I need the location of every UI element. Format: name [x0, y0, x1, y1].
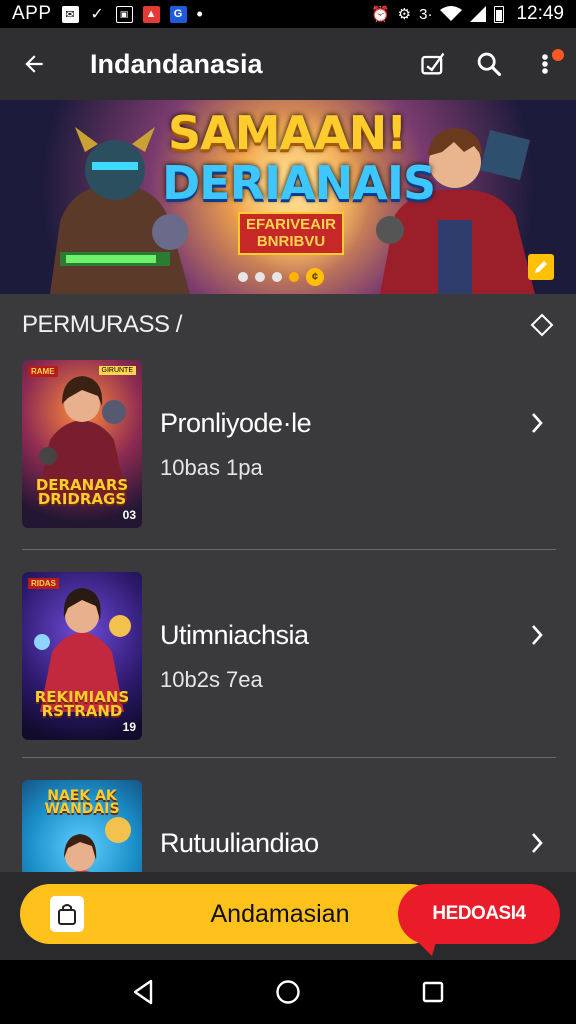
share-button[interactable] — [412, 43, 454, 85]
nav-back-button[interactable] — [119, 968, 167, 1016]
item-subtitle: 10b2s 7ea — [160, 666, 263, 692]
bottom-action-bar: Andamasian HEDOASI4 — [0, 872, 576, 960]
status-time: 12:49 — [516, 3, 564, 24]
arrow-back-icon — [25, 55, 43, 73]
status-extra: 3· — [419, 5, 433, 23]
battery-icon — [494, 5, 505, 23]
section-header: PERMURASS / — [22, 308, 556, 342]
alert-icon: ▲ — [142, 5, 160, 23]
item-art-title: DERANARS DRIDRAGS — [35, 475, 129, 508]
banner-edit-button[interactable] — [528, 254, 554, 280]
item-tag: RIDAS — [28, 578, 59, 589]
item-tag: GIRUNTE — [98, 366, 136, 375]
image-icon: ▣ — [115, 5, 133, 23]
nav-recents-button[interactable] — [409, 968, 457, 1016]
diamond-icon — [530, 313, 554, 337]
more-options-button[interactable] — [524, 43, 566, 85]
share-icon — [421, 52, 445, 75]
status-bar: APP ✉ ✓ ▣ ▲ G • ⏰ ⚙ 3· 12:49 — [0, 0, 576, 28]
item-thumbnail: RAME GIRUNTE DERANARS DRIDRAGS 03 — [22, 360, 142, 528]
item-subtitle: 10bas 1pa — [160, 454, 263, 480]
secondary-cta-button[interactable]: HEDOASI4 — [398, 884, 560, 956]
more-notifications-icon: • — [196, 3, 203, 24]
banner-title-line2: DERIANAIS — [162, 156, 436, 210]
alarm-icon: ⏰ — [370, 6, 390, 23]
item-art-title: REKIMIANS RSTRAND — [34, 687, 130, 720]
list-item[interactable]: RIDAS REKIMIANS RSTRAND 19 Utimniachsia … — [22, 572, 556, 740]
pager-dot[interactable] — [272, 272, 282, 282]
search-button[interactable] — [468, 43, 510, 85]
back-button[interactable] — [0, 28, 68, 100]
app-bar: Indandanasia — [0, 28, 576, 100]
circle-home-icon — [276, 980, 300, 1004]
app-bar-actions — [412, 43, 566, 85]
search-icon — [477, 52, 502, 77]
banner-pager: ¢ — [238, 268, 324, 286]
more-vert-icon — [542, 54, 548, 74]
vibrate-icon: ⚙ — [397, 6, 412, 23]
banner-subtitle: EFARIVEAIR BNRIBVU — [238, 212, 345, 255]
page-title: Indandanasia — [90, 48, 263, 79]
promo-banner[interactable]: SAMAAN! DERIANAIS EFARIVEAIR BNRIBVU ¢ — [0, 100, 576, 294]
coin-icon: ¢ — [306, 268, 324, 286]
item-text: Pronliyode·le 10bas 1pa — [160, 408, 522, 481]
divider — [22, 757, 556, 758]
section-options-button[interactable] — [528, 311, 556, 339]
item-art-title: NAEK AK WANDAIS — [44, 788, 120, 818]
triangle-back-icon — [133, 979, 152, 1005]
pager-dot-active[interactable] — [289, 272, 299, 282]
item-thumbnail: RIDAS REKIMIANS RSTRAND 19 — [22, 572, 142, 740]
item-title: Utimniachsia — [160, 619, 309, 650]
chevron-right-icon — [522, 828, 552, 858]
status-app-label: APP — [12, 3, 52, 24]
primary-cta-button[interactable]: Andamasian — [20, 884, 440, 944]
nav-home-button[interactable] — [264, 968, 312, 1016]
banner-title-line1: SAMAAN! — [168, 106, 407, 160]
app-icon: G — [169, 5, 187, 23]
wifi-icon — [440, 6, 463, 21]
square-recents-icon — [423, 981, 444, 1003]
status-left: APP ✉ ✓ ▣ ▲ G • — [12, 3, 203, 25]
item-tag: RAME — [28, 366, 58, 377]
status-right: ⏰ ⚙ 3· 12:49 — [371, 3, 564, 25]
divider — [22, 549, 556, 550]
list-item[interactable]: RAME GIRUNTE DERANARS DRIDRAGS 03 Pronli… — [22, 360, 556, 528]
item-badge: 19 — [122, 720, 136, 734]
system-nav-bar — [0, 960, 576, 1024]
pencil-icon — [535, 261, 547, 273]
check-icon: ✓ — [90, 6, 104, 23]
item-title: Rutuuliandiao — [160, 827, 319, 858]
item-badge: 03 — [122, 508, 136, 522]
chevron-right-icon — [522, 408, 552, 438]
banner-subtitle-line1: EFARIVEAIR — [246, 216, 337, 233]
pager-dot[interactable] — [255, 272, 265, 282]
notification-dot — [552, 49, 564, 61]
item-text: Utimniachsia 10b2s 7ea — [160, 620, 522, 693]
mail-icon: ✉ — [61, 5, 79, 23]
signal-icon — [470, 6, 487, 22]
pager-dot[interactable] — [238, 272, 248, 282]
section-title: PERMURASS / — [22, 311, 182, 338]
banner-subtitle-line2: BNRIBVU — [256, 232, 326, 250]
chevron-right-icon — [522, 620, 552, 650]
item-title: Pronliyode·le — [160, 407, 312, 438]
